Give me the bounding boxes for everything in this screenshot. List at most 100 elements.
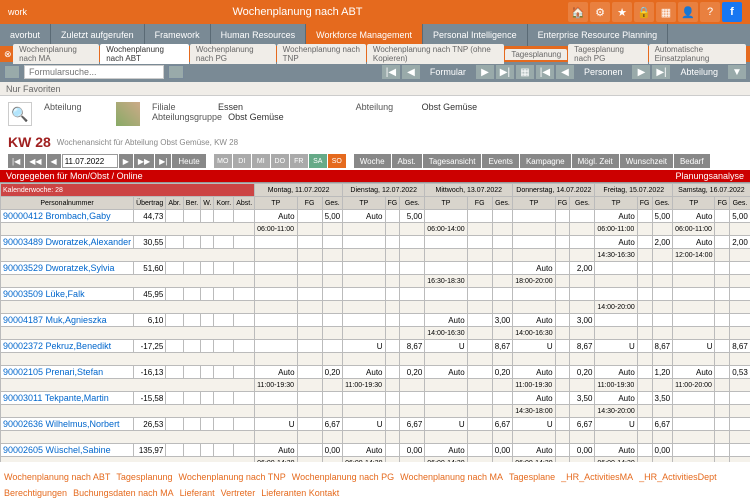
bottom-link[interactable]: _HR_ActivitiesDept bbox=[639, 472, 717, 482]
nav-prev2-icon[interactable]: ◀ bbox=[556, 65, 574, 79]
toolbar-button[interactable]: Wunschzeit bbox=[620, 154, 673, 168]
table-subrow[interactable] bbox=[1, 431, 750, 444]
table-row[interactable]: 90000412 Brombach,Gaby44,73Auto5,00Auto5… bbox=[1, 210, 750, 223]
tab[interactable]: Wochenplanung nach PG bbox=[190, 44, 276, 64]
day-button[interactable]: MO bbox=[214, 154, 232, 168]
dept-image bbox=[116, 102, 140, 126]
bottom-link[interactable]: Wochenplanung nach PG bbox=[292, 472, 394, 482]
nav-prev-icon[interactable]: ◀ bbox=[402, 65, 420, 79]
menu-item[interactable]: Zuletzt aufgerufen bbox=[51, 24, 145, 46]
tab[interactable]: Tagesplanung bbox=[505, 49, 567, 60]
date-nav-icon[interactable]: ▶| bbox=[155, 154, 171, 168]
table-subrow[interactable]: 14:30-18:0014:30-20:00 bbox=[1, 405, 750, 418]
table-row[interactable]: 90003489 Dworatzek,Alexander30,55Auto2,0… bbox=[1, 236, 750, 249]
table-subrow[interactable]: 06:00-11:0006:00-14:0006:00-11:0006:00-1… bbox=[1, 223, 750, 236]
bottom-link[interactable]: Tagesplanung bbox=[116, 472, 172, 482]
table-subrow[interactable]: 14:00-20:00 bbox=[1, 301, 750, 314]
bottom-link[interactable]: Lieferanten Kontakt bbox=[261, 488, 339, 498]
tab[interactable]: Wochenplanung nach TNP bbox=[277, 44, 366, 64]
toolbar-button[interactable]: Abst. bbox=[392, 154, 422, 168]
today-button[interactable]: Heute bbox=[172, 154, 205, 168]
toolbar-button[interactable]: Kampagne bbox=[520, 154, 571, 168]
bottom-link[interactable]: Lieferant bbox=[180, 488, 215, 498]
toolbar-button[interactable]: Events bbox=[482, 154, 518, 168]
tab[interactable]: Wochenplanung nach TNP (ohne Kopieren) bbox=[367, 44, 504, 64]
search-input[interactable] bbox=[24, 65, 164, 79]
grid-icon[interactable]: ▦ bbox=[516, 65, 534, 79]
fav-label[interactable]: Nur Favoriten bbox=[6, 84, 61, 94]
day-button[interactable]: SA bbox=[309, 154, 327, 168]
day-button[interactable]: SO bbox=[328, 154, 346, 168]
table-row[interactable]: 90003529 Dworatzek,Sylvia51,60Auto2,0045… bbox=[1, 262, 750, 275]
bottom-link[interactable]: Wochenplanung nach ABT bbox=[4, 472, 110, 482]
day-button[interactable]: DO bbox=[271, 154, 289, 168]
help-icon[interactable]: ? bbox=[700, 2, 720, 22]
date-nav-icon[interactable]: ▶▶ bbox=[134, 154, 154, 168]
user-icon[interactable]: 👤 bbox=[678, 2, 698, 22]
table-subrow[interactable]: 11:00-19:3011:00-19:3011:00-19:3011:00-1… bbox=[1, 379, 750, 392]
nav-label-personen: Personen bbox=[576, 67, 631, 77]
menu-item[interactable]: avorbut bbox=[0, 24, 51, 46]
nav-last-icon[interactable]: ▶| bbox=[496, 65, 514, 79]
bottom-link[interactable]: Wochenplanung nach TNP bbox=[178, 472, 285, 482]
nav-next2-icon[interactable]: ▶ bbox=[632, 65, 650, 79]
menu-item[interactable]: Enterprise Resource Planning bbox=[528, 24, 669, 46]
search-menu-icon[interactable] bbox=[4, 65, 20, 79]
lock-icon[interactable]: 🔒 bbox=[634, 2, 654, 22]
page-title: Wochenplanung nach ABT bbox=[27, 6, 568, 18]
menu-item[interactable]: Personal Intelligence bbox=[423, 24, 528, 46]
table-subrow[interactable]: 14:00-16:3014:00-16:30 bbox=[1, 327, 750, 340]
day-button[interactable]: DI bbox=[233, 154, 251, 168]
table-row[interactable]: 90002605 Wüschel,Sabine135,97Auto0,00Aut… bbox=[1, 444, 750, 457]
bottom-link[interactable]: Wochenplanung nach MA bbox=[400, 472, 503, 482]
star-icon[interactable]: ★ bbox=[612, 2, 632, 22]
date-nav-icon[interactable]: ▶ bbox=[119, 154, 133, 168]
bottom-link[interactable]: _HR_ActivitiesMA bbox=[561, 472, 633, 482]
magnifier-icon[interactable]: 🔍 bbox=[8, 102, 32, 126]
table-row[interactable]: 90002636 Wilhelmus,Norbert26,53U6,67U6,6… bbox=[1, 418, 750, 431]
table-subrow[interactable]: 06:00-14:3006:00-14:3006:00-14:3006:00-1… bbox=[1, 457, 750, 463]
table-row[interactable]: 90002105 Prenari,Stefan-16,13Auto0,20Aut… bbox=[1, 366, 750, 379]
gear-icon[interactable]: ⚙ bbox=[590, 2, 610, 22]
tab[interactable]: Automatische Einsatzplanung bbox=[649, 44, 746, 64]
date-nav-icon[interactable]: |◀ bbox=[8, 154, 24, 168]
menu-item[interactable]: Workforce Management bbox=[306, 24, 423, 46]
search-go-icon[interactable] bbox=[168, 65, 184, 79]
redbar-right[interactable]: Planungsanalyse bbox=[675, 171, 744, 181]
nav-first-icon[interactable]: |◀ bbox=[382, 65, 400, 79]
toolbar-button[interactable]: Mögl. Zeit bbox=[572, 154, 619, 168]
date-input[interactable] bbox=[62, 154, 118, 168]
date-nav-icon[interactable]: ◀◀ bbox=[25, 154, 45, 168]
bottom-link[interactable]: Vertreter bbox=[221, 488, 256, 498]
nav-first2-icon[interactable]: |◀ bbox=[536, 65, 554, 79]
table-row[interactable]: 90002372 Pekruz,Benedikt-17,25U8,67U8,67… bbox=[1, 340, 750, 353]
day-button[interactable]: FR bbox=[290, 154, 308, 168]
toolbar-button[interactable]: Woche bbox=[354, 154, 391, 168]
bottom-link[interactable]: Tagesplane bbox=[509, 472, 555, 482]
close-tab-icon[interactable]: ⊗ bbox=[4, 49, 12, 59]
bottom-link[interactable]: Berechtigungen bbox=[4, 488, 67, 498]
date-nav-icon[interactable]: ◀ bbox=[47, 154, 61, 168]
facebook-icon[interactable]: f bbox=[722, 2, 742, 22]
day-button[interactable]: MI bbox=[252, 154, 270, 168]
tab[interactable]: Tagesplanung nach PG bbox=[568, 44, 647, 64]
tab[interactable]: Wochenplanung nach ABT bbox=[100, 44, 189, 64]
nav-dd-icon[interactable]: ▼ bbox=[728, 65, 746, 79]
toolbar-button[interactable]: Bedarf bbox=[674, 154, 710, 168]
menu-item[interactable]: Human Resources bbox=[211, 24, 307, 46]
bottom-link[interactable]: Buchungsdaten nach MA bbox=[73, 488, 174, 498]
abteilung-label: Abteilung bbox=[44, 102, 104, 112]
tab[interactable]: Wochenplanung nach MA bbox=[13, 44, 99, 64]
nav-last2-icon[interactable]: ▶| bbox=[652, 65, 670, 79]
table-subrow[interactable]: 16:30-18:3018:00-20:00 bbox=[1, 275, 750, 288]
table-row[interactable]: 90003509 Lüke,Falk45,9570,9561,509,50-3,… bbox=[1, 288, 750, 301]
home-icon[interactable]: 🏠 bbox=[568, 2, 588, 22]
table-subrow[interactable]: 14:30-16:3012:00-14:00 bbox=[1, 249, 750, 262]
calendar-icon[interactable]: ▦ bbox=[656, 2, 676, 22]
nav-next-icon[interactable]: ▶ bbox=[476, 65, 494, 79]
menu-item[interactable]: Framework bbox=[145, 24, 211, 46]
table-row[interactable]: 90003011 Tekpante,Martin-15,58Auto3,50Au… bbox=[1, 392, 750, 405]
table-subrow[interactable] bbox=[1, 353, 750, 366]
table-row[interactable]: 90004187 Muk,Agnieszka6,10Auto3,00Auto3,… bbox=[1, 314, 750, 327]
toolbar-button[interactable]: Tagesansicht bbox=[423, 154, 482, 168]
